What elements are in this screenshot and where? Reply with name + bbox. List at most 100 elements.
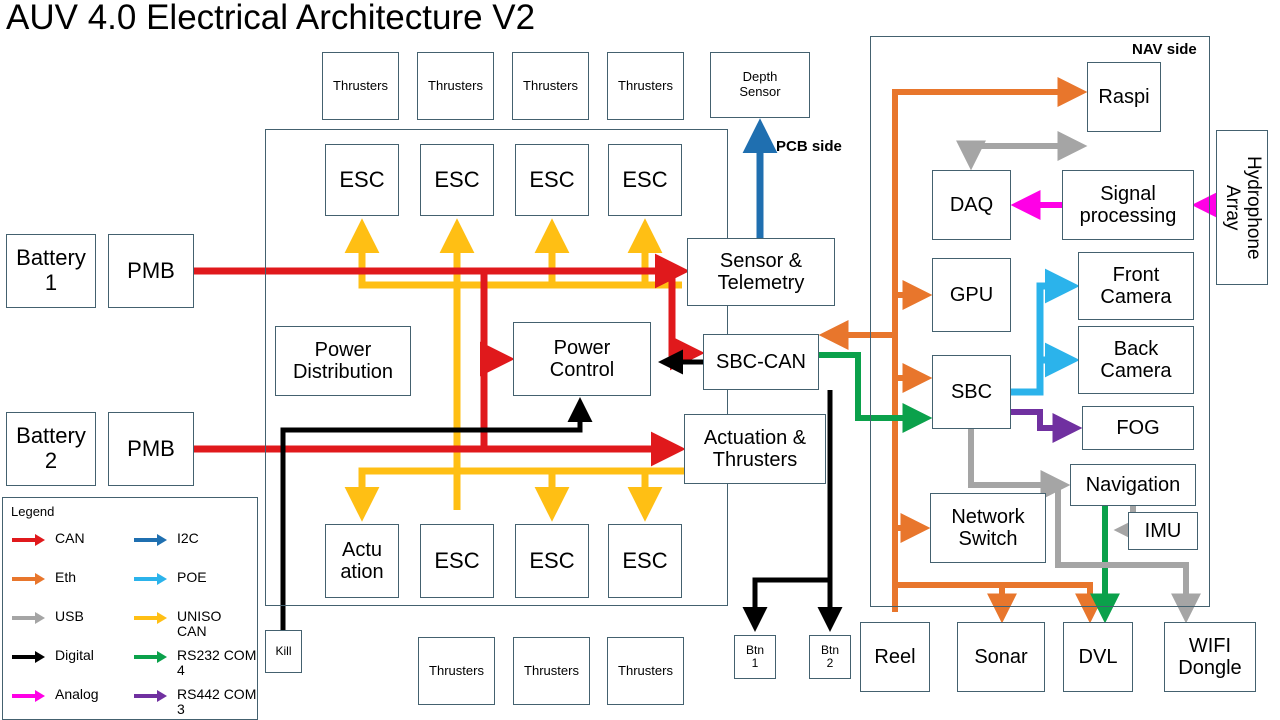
node-back-camera[interactable]: Back Camera xyxy=(1078,326,1194,394)
node-actuation-thrusters[interactable]: Actuation & Thrusters xyxy=(684,414,826,484)
legend-arrow-icon xyxy=(12,651,45,663)
node-label-power-control: Power Control xyxy=(549,336,615,381)
node-label-battery-2: Battery 2 xyxy=(16,423,86,473)
group-label-pcb-side: PCB side xyxy=(776,138,842,155)
node-daq[interactable]: DAQ xyxy=(932,170,1011,240)
node-thruster-top-2[interactable]: Thrusters xyxy=(417,52,494,120)
node-esc-bot-3[interactable]: ESC xyxy=(608,524,682,598)
legend-arrow-icon xyxy=(12,534,45,546)
node-label-actuation-thrusters: Actuation & Thrusters xyxy=(703,426,807,471)
node-label-pmb-1: PMB xyxy=(127,257,175,283)
node-esc-top-4[interactable]: ESC xyxy=(608,144,682,216)
node-label-sensor-telemetry: Sensor & Telemetry xyxy=(717,249,805,294)
legend-label: UNISO CAN xyxy=(177,608,222,640)
legend-title: Legend xyxy=(11,504,55,519)
legend-arrow-icon xyxy=(134,690,167,702)
node-thruster-bot-1[interactable]: Thrusters xyxy=(418,637,495,705)
legend-item-analog: Analog xyxy=(11,686,99,705)
node-label-thruster-bot-1: Thrusters xyxy=(429,662,484,678)
node-sonar[interactable]: Sonar xyxy=(957,622,1045,692)
node-esc-bot-1[interactable]: ESC xyxy=(420,524,494,598)
node-esc-top-1[interactable]: ESC xyxy=(325,144,399,216)
legend-arrow-icon xyxy=(134,573,167,585)
group-label-nav-side: NAV side xyxy=(1132,41,1197,58)
node-dvl[interactable]: DVL xyxy=(1063,622,1133,692)
node-esc-bot-2[interactable]: ESC xyxy=(515,524,589,598)
node-thruster-top-1[interactable]: Thrusters xyxy=(322,52,399,120)
node-label-thruster-top-4: Thrusters xyxy=(618,77,673,93)
node-label-thruster-bot-2: Thrusters xyxy=(524,662,579,678)
legend-label: RS232 COM 4 xyxy=(177,647,257,679)
node-label-gpu: GPU xyxy=(949,283,994,306)
node-gpu[interactable]: GPU xyxy=(932,258,1011,332)
node-hydrophone-array[interactable]: Hydrophone Array xyxy=(1216,130,1268,285)
legend-label: USB xyxy=(55,608,84,624)
node-battery-1[interactable]: Battery 1 xyxy=(6,234,96,308)
legend-arrow-icon xyxy=(134,651,167,663)
node-actuation[interactable]: Actu ation xyxy=(325,524,399,598)
node-reel[interactable]: Reel xyxy=(860,622,930,692)
legend-arrow-icon xyxy=(12,612,45,624)
legend-label: I2C xyxy=(177,530,199,546)
node-power-distribution[interactable]: Power Distribution xyxy=(275,326,411,396)
node-pmb-2[interactable]: PMB xyxy=(108,412,194,486)
node-label-kill-switch: Kill xyxy=(275,643,292,658)
node-label-navigation: Navigation xyxy=(1085,473,1181,496)
legend-item-uniso-can: UNISO CAN xyxy=(133,608,222,640)
node-label-actuation: Actu ation xyxy=(340,538,384,583)
node-label-raspi: Raspi xyxy=(1098,85,1150,108)
node-sensor-telemetry[interactable]: Sensor & Telemetry xyxy=(687,238,835,306)
node-label-esc-top-3: ESC xyxy=(529,166,575,192)
node-label-esc-top-4: ESC xyxy=(622,166,668,192)
node-label-signal-processing: Signal processing xyxy=(1079,182,1177,227)
node-sbc[interactable]: SBC xyxy=(932,355,1011,429)
node-imu[interactable]: IMU xyxy=(1128,512,1198,550)
node-label-back-camera: Back Camera xyxy=(1100,337,1172,382)
node-label-esc-bot-3: ESC xyxy=(622,547,668,573)
node-btn-2[interactable]: Btn 2 xyxy=(809,635,851,679)
node-pmb-1[interactable]: PMB xyxy=(108,234,194,308)
node-esc-top-3[interactable]: ESC xyxy=(515,144,589,216)
node-kill-switch[interactable]: Kill xyxy=(265,630,302,673)
node-thruster-top-4[interactable]: Thrusters xyxy=(607,52,684,120)
node-wifi-dongle[interactable]: WIFI Dongle xyxy=(1164,622,1256,692)
node-navigation[interactable]: Navigation xyxy=(1070,464,1196,506)
node-power-control[interactable]: Power Control xyxy=(513,322,651,396)
node-battery-2[interactable]: Battery 2 xyxy=(6,412,96,486)
node-label-network-switch: Network Switch xyxy=(951,505,1025,550)
node-label-depth-sensor: Depth Sensor xyxy=(739,69,781,99)
node-front-camera[interactable]: Front Camera xyxy=(1078,252,1194,320)
legend-item-usb: USB xyxy=(11,608,84,627)
node-depth-sensor[interactable]: Depth Sensor xyxy=(710,52,810,118)
legend-arrow-icon xyxy=(134,612,167,624)
node-thruster-bot-3[interactable]: Thrusters xyxy=(607,637,684,705)
node-thruster-bot-2[interactable]: Thrusters xyxy=(513,637,590,705)
node-label-front-camera: Front Camera xyxy=(1100,263,1172,308)
node-label-wifi-dongle: WIFI Dongle xyxy=(1178,634,1242,679)
legend-label: RS442 COM 3 xyxy=(177,686,257,718)
node-label-thruster-top-3: Thrusters xyxy=(523,77,578,93)
legend-label: Eth xyxy=(55,569,77,585)
node-label-fog: FOG xyxy=(1116,416,1160,439)
legend-arrow-icon xyxy=(12,573,45,585)
node-label-btn-1: Btn 1 xyxy=(745,642,764,670)
node-label-sbc: SBC xyxy=(950,380,993,403)
node-sbc-can[interactable]: SBC-CAN xyxy=(703,334,819,390)
node-label-dvl: DVL xyxy=(1078,645,1118,668)
node-label-sbc-can: SBC-CAN xyxy=(715,350,806,373)
node-label-daq: DAQ xyxy=(949,193,994,216)
legend-item-digital: Digital xyxy=(11,647,94,666)
legend-item-eth: Eth xyxy=(11,569,77,588)
node-label-thruster-top-1: Thrusters xyxy=(333,77,388,93)
node-raspi[interactable]: Raspi xyxy=(1087,62,1161,132)
node-fog[interactable]: FOG xyxy=(1082,406,1194,450)
node-btn-1[interactable]: Btn 1 xyxy=(734,635,776,679)
node-label-thruster-top-2: Thrusters xyxy=(428,77,483,93)
node-network-switch[interactable]: Network Switch xyxy=(930,493,1046,563)
legend-item-i2c: I2C xyxy=(133,530,199,549)
node-thruster-top-3[interactable]: Thrusters xyxy=(512,52,589,120)
node-signal-processing[interactable]: Signal processing xyxy=(1062,170,1194,240)
legend-item-can: CAN xyxy=(11,530,85,549)
legend-item-poe: POE xyxy=(133,569,207,588)
node-esc-top-2[interactable]: ESC xyxy=(420,144,494,216)
